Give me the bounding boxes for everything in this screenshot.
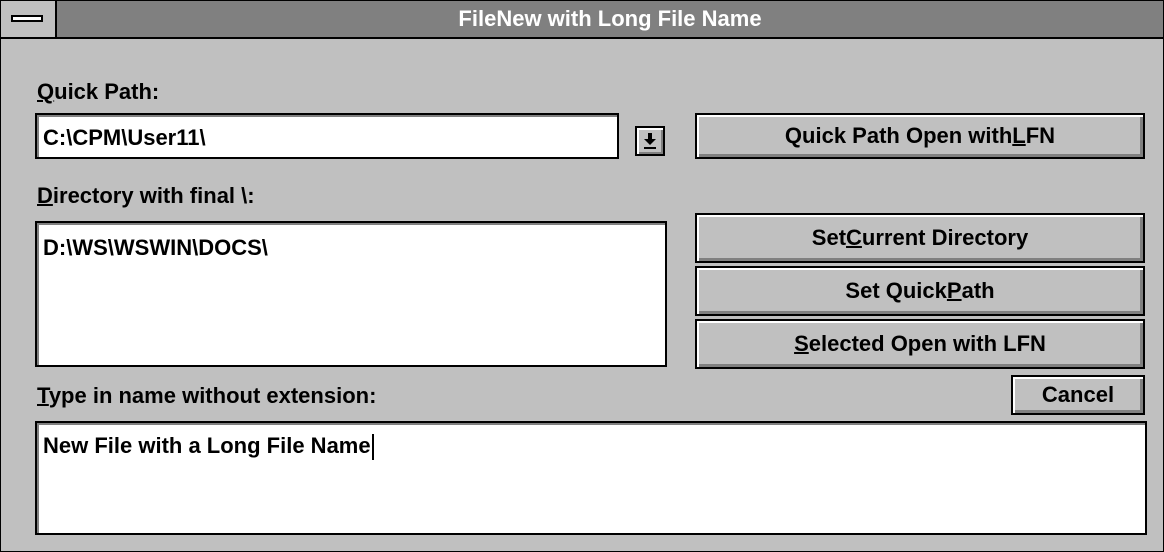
dropdown-arrow-icon xyxy=(644,133,656,149)
set-current-directory-button[interactable]: Set Current Directory xyxy=(695,213,1145,263)
quick-path-open-lfn-button[interactable]: Quick Path Open with L FN xyxy=(695,113,1145,159)
window-title: FileNew with Long File Name xyxy=(458,6,762,31)
cancel-button[interactable]: Cancel xyxy=(1011,375,1145,415)
directory-item[interactable]: D:\WS\WSWIN\DOCS\ xyxy=(43,235,268,260)
title-bar[interactable]: FileNew with Long File Name xyxy=(1,1,1163,39)
selected-open-lfn-button[interactable]: Selected Open with LFN xyxy=(695,319,1145,369)
system-menu-button[interactable] xyxy=(1,1,57,37)
text-cursor xyxy=(371,434,374,461)
directory-listbox[interactable]: D:\WS\WSWIN\DOCS\ xyxy=(35,221,667,367)
quick-path-label: Quick Path: xyxy=(37,79,160,104)
quick-path-combobox[interactable]: C:\CPM\User11\ xyxy=(35,113,619,159)
system-menu-icon xyxy=(11,15,43,22)
directory-label: Directory with final \: xyxy=(37,183,255,208)
quick-path-value: C:\CPM\User11\ xyxy=(43,125,206,150)
dialog-window: FileNew with Long File Name Quick Path: … xyxy=(0,0,1164,552)
filename-label: Type in name without extension: xyxy=(37,383,377,408)
filename-input[interactable]: New File with a Long File Name xyxy=(35,421,1147,535)
filename-value: New File with a Long File Name xyxy=(43,433,371,458)
set-quick-path-button[interactable]: Set Quick Path xyxy=(695,266,1145,316)
quick-path-dropdown-button[interactable] xyxy=(635,126,665,156)
